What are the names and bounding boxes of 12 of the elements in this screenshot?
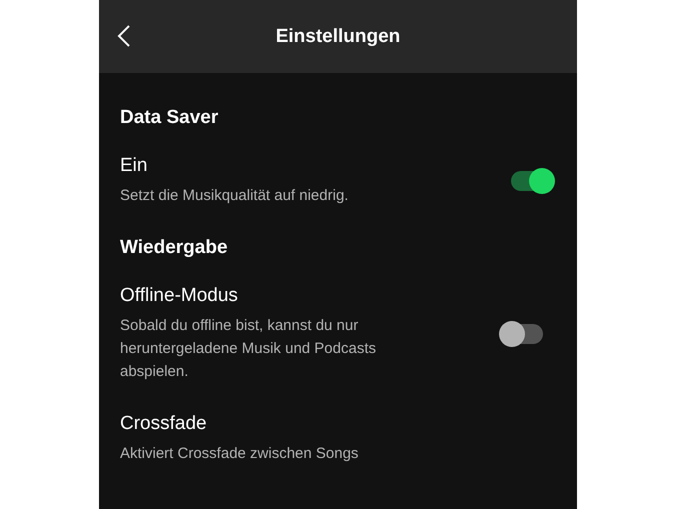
toggle-switch[interactable] xyxy=(511,171,553,191)
setting-label: Crossfade xyxy=(120,413,208,435)
setting-description: Aktiviert Crossfade zwischen Songs xyxy=(120,444,358,464)
setting-label: Ein xyxy=(120,155,148,177)
toggle-switch[interactable] xyxy=(501,324,543,344)
setting-label: Offline-Modus xyxy=(120,285,239,307)
back-icon xyxy=(117,24,131,48)
section-title: Data Saver xyxy=(120,107,220,129)
setting-description: Sobald du offline bist, kannst du nur heruntergeladene Musik und Podcasts abspielen. xyxy=(120,316,377,382)
section-title: Wiedergabe xyxy=(120,237,229,259)
screen-title: Einstellungen xyxy=(276,26,400,48)
setting-description: Setzt die Musikqualität auf niedrig. xyxy=(120,186,348,206)
